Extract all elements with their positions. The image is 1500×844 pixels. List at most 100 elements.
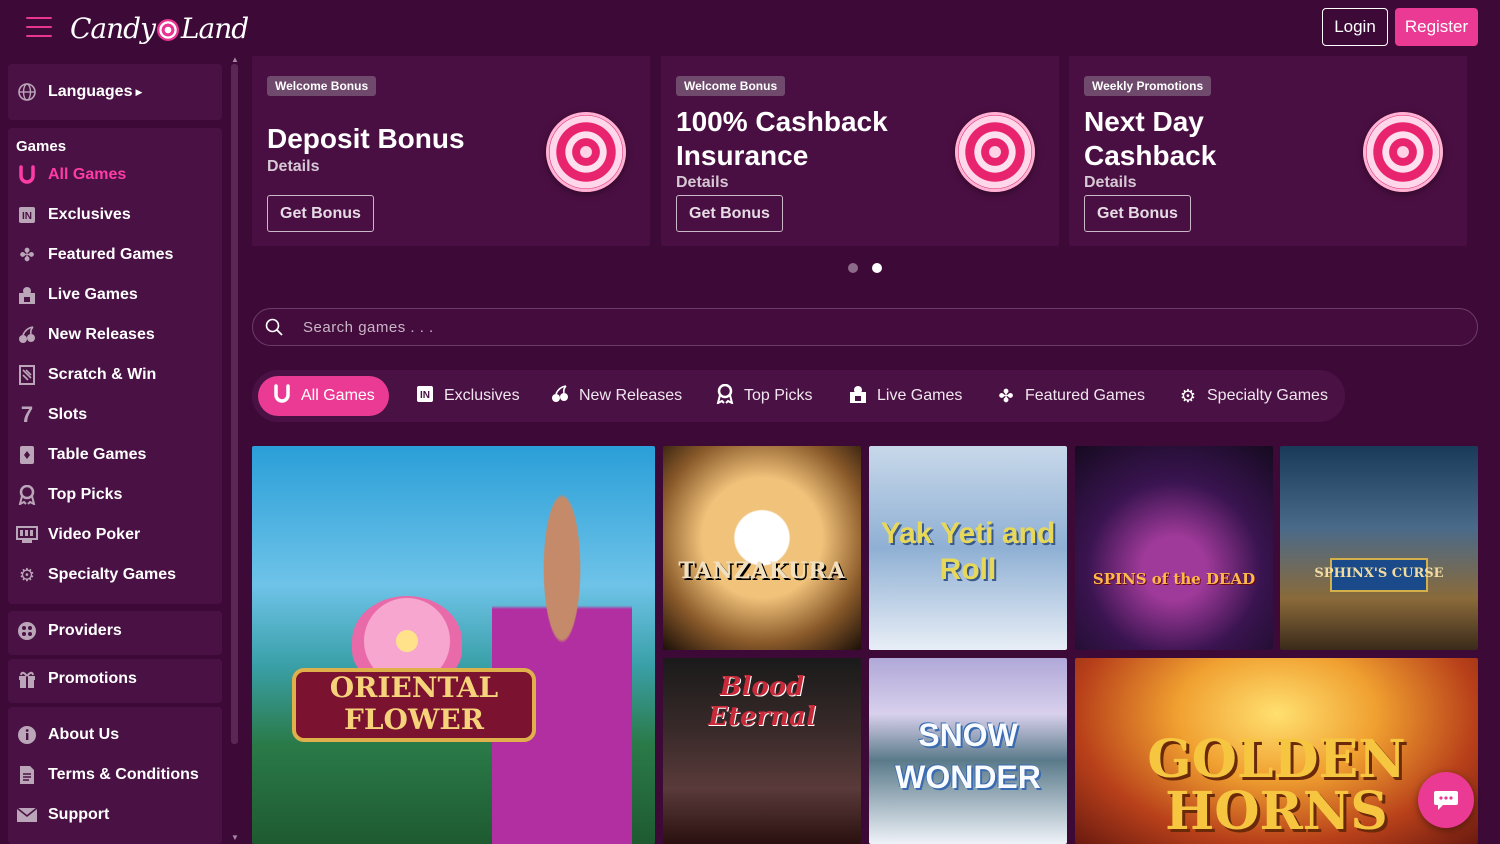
tab-new-releases[interactable]: New Releases bbox=[536, 376, 696, 416]
scratch-card-icon bbox=[16, 364, 38, 386]
svg-text:IN: IN bbox=[22, 211, 32, 222]
game-title: SPHINX'S CURSE bbox=[1314, 566, 1444, 581]
tab-label: Specialty Games bbox=[1207, 387, 1328, 404]
clover-icon: ✤ bbox=[998, 385, 1014, 406]
get-bonus-button[interactable]: Get Bonus bbox=[1084, 195, 1191, 232]
live-dealer-icon bbox=[16, 284, 38, 306]
tab-label: Top Picks bbox=[744, 387, 813, 404]
sidebar-item-scratch-win[interactable]: Scratch & Win bbox=[16, 362, 156, 388]
logo-text-land: Land bbox=[180, 11, 249, 45]
sidebar-item-label: Live Games bbox=[48, 286, 138, 303]
tab-featured-games[interactable]: ✤ Featured Games bbox=[982, 376, 1159, 416]
award-icon bbox=[715, 383, 735, 409]
gift-icon bbox=[16, 668, 38, 690]
game-tile-blood-eternal[interactable]: Blood Eternal bbox=[663, 658, 861, 844]
game-tile-golden-horns[interactable]: GOLDEN HORNS bbox=[1075, 658, 1478, 844]
sidebar-item-video-poker[interactable]: Video Poker bbox=[16, 522, 140, 548]
sidebar-item-top-picks[interactable]: Top Picks bbox=[16, 482, 122, 508]
sidebar-item-specialty-games[interactable]: ⚙ Specialty Games bbox=[16, 562, 176, 588]
chat-bubble-icon bbox=[1434, 791, 1458, 810]
gear-icon: ⚙ bbox=[18, 564, 36, 585]
register-button[interactable]: Register bbox=[1395, 8, 1478, 46]
hamburger-menu-icon[interactable] bbox=[26, 17, 52, 37]
caret-right-icon: ▶ bbox=[135, 86, 143, 97]
game-tile-sphinxs-curse[interactable]: SPHINX'S CURSE bbox=[1280, 446, 1478, 650]
sidebar-item-label: All Games bbox=[48, 166, 127, 183]
logo[interactable]: Candy Land bbox=[70, 10, 249, 46]
sidebar-item-terms[interactable]: Terms & Conditions bbox=[16, 762, 199, 788]
login-button[interactable]: Login bbox=[1322, 8, 1388, 46]
sidebar-item-all-games[interactable]: All Games bbox=[16, 162, 126, 188]
document-icon bbox=[16, 764, 38, 786]
promo-details-link[interactable]: Details bbox=[676, 174, 728, 192]
search-input[interactable] bbox=[303, 315, 1403, 339]
game-tile-spins-of-the-dead[interactable]: SPINS of the DEAD bbox=[1075, 446, 1273, 650]
sidebar-item-label: Support bbox=[48, 806, 110, 823]
tab-exclusives[interactable]: IN Exclusives bbox=[401, 376, 534, 416]
promo-badge: Welcome Bonus bbox=[676, 76, 786, 96]
sidebar-item-label: Promotions bbox=[48, 670, 137, 687]
scroll-up-arrow-icon[interactable]: ▲ bbox=[231, 55, 239, 64]
promo-details-link[interactable]: Details bbox=[267, 158, 319, 176]
get-bonus-button[interactable]: Get Bonus bbox=[676, 195, 783, 232]
game-tile-tanzakura[interactable]: TANZAKURA bbox=[663, 446, 861, 650]
globe-icon bbox=[16, 81, 38, 103]
sidebar-item-live-games[interactable]: Live Games bbox=[16, 282, 138, 308]
tab-specialty-games[interactable]: ⚙ Specialty Games bbox=[1164, 376, 1342, 416]
promo-details-link[interactable]: Details bbox=[1084, 174, 1136, 192]
sidebar-item-label: Featured Games bbox=[48, 246, 174, 263]
promo-title: 100% Cashback Insurance bbox=[676, 106, 888, 171]
promo-badge: Welcome Bonus bbox=[267, 76, 377, 96]
cherries-icon bbox=[550, 384, 570, 409]
carousel-dot-1[interactable] bbox=[848, 263, 858, 273]
tab-label: Exclusives bbox=[444, 387, 520, 404]
gear-icon: ⚙ bbox=[1179, 385, 1197, 406]
scroll-down-arrow-icon[interactable]: ▼ bbox=[231, 833, 239, 842]
info-icon bbox=[16, 724, 38, 746]
sidebar-item-support[interactable]: Support bbox=[16, 802, 109, 828]
carousel-dot-2-active[interactable] bbox=[872, 263, 882, 273]
sidebar-item-exclusives[interactable]: IN Exclusives bbox=[16, 202, 131, 228]
in-badge-icon: IN bbox=[415, 385, 435, 408]
tab-top-picks[interactable]: Top Picks bbox=[701, 376, 826, 416]
award-icon bbox=[16, 484, 38, 506]
game-title: SPINS of the DEAD bbox=[1092, 570, 1256, 588]
tab-live-games[interactable]: Live Games bbox=[834, 376, 976, 416]
sidebar-item-providers[interactable]: Providers bbox=[16, 618, 122, 644]
in-badge-icon: IN bbox=[16, 204, 38, 226]
sidebar-scrollbar[interactable] bbox=[231, 64, 238, 744]
sidebar-item-languages[interactable]: Languages ▶ bbox=[16, 79, 142, 105]
sidebar-item-label: Top Picks bbox=[48, 486, 123, 503]
card-icon bbox=[16, 444, 38, 466]
lollipop-icon bbox=[156, 19, 179, 41]
promo-card[interactable]: Welcome Bonus Deposit Bonus Details Get … bbox=[252, 56, 650, 246]
game-character-art bbox=[492, 476, 632, 844]
tab-all-games[interactable]: All Games bbox=[258, 376, 389, 416]
promo-card[interactable]: Weekly Promotions Next Day Cashback Deta… bbox=[1069, 56, 1467, 246]
game-tile-snow-wonder[interactable]: SNOW WONDER bbox=[869, 658, 1067, 844]
live-dealer-icon bbox=[848, 384, 868, 409]
sidebar-item-label: Terms & Conditions bbox=[48, 766, 199, 783]
sidebar-item-new-releases[interactable]: New Releases bbox=[16, 322, 155, 348]
sidebar-item-promotions[interactable]: Promotions bbox=[16, 666, 137, 692]
sidebar-item-featured-games[interactable]: ✤ Featured Games bbox=[16, 242, 173, 268]
tab-label: Featured Games bbox=[1025, 387, 1146, 404]
game-tile-oriental-flower[interactable]: ORIENTAL FLOWER bbox=[252, 446, 655, 844]
promo-card[interactable]: Welcome Bonus 100% Cashback Insurance De… bbox=[661, 56, 1059, 246]
logo-text-candy: Candy bbox=[70, 11, 156, 45]
candy-swirl-icon bbox=[955, 112, 1035, 192]
game-title: SNOW WONDER bbox=[895, 717, 1041, 795]
sidebar-item-about-us[interactable]: About Us bbox=[16, 722, 119, 748]
sidebar-item-label: Specialty Games bbox=[48, 566, 177, 583]
sidebar-item-table-games[interactable]: Table Games bbox=[16, 442, 146, 468]
game-tile-yak-yeti-roll[interactable]: Yak Yeti and Roll bbox=[869, 446, 1067, 650]
promo-title: Deposit Bonus bbox=[267, 123, 465, 154]
sidebar-item-slots[interactable]: 7 Slots bbox=[16, 402, 87, 428]
tab-label: New Releases bbox=[579, 387, 683, 404]
sidebar-item-label: Languages bbox=[48, 83, 133, 100]
game-title: GOLDEN HORNS bbox=[1147, 729, 1406, 842]
promo-badge: Weekly Promotions bbox=[1084, 76, 1212, 96]
game-title: ORIENTAL FLOWER bbox=[329, 671, 499, 736]
get-bonus-button[interactable]: Get Bonus bbox=[267, 195, 374, 232]
live-chat-button[interactable] bbox=[1418, 772, 1474, 828]
